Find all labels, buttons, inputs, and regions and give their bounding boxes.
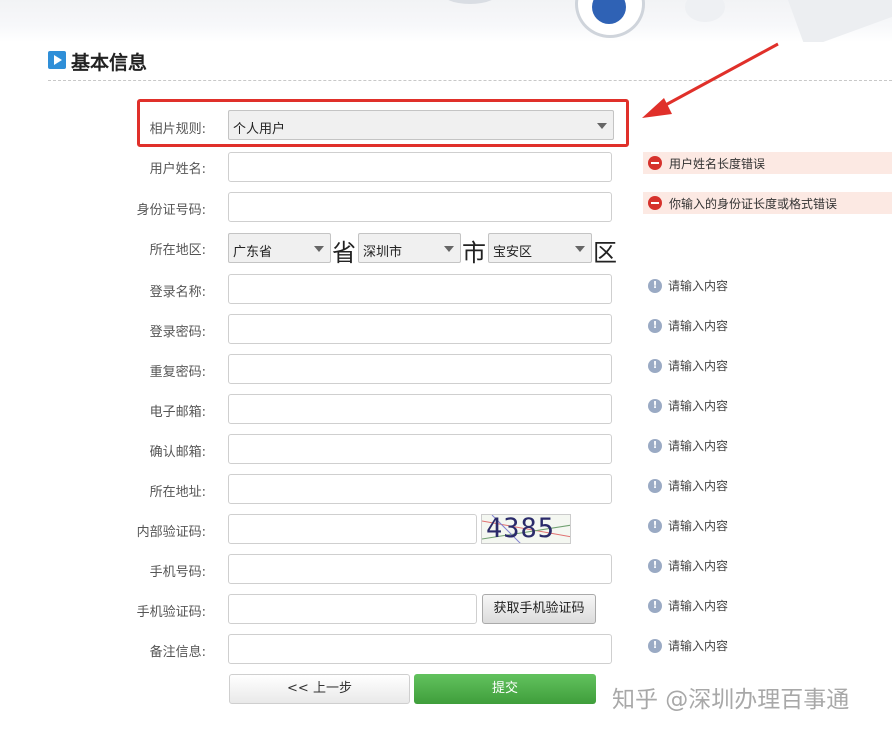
address-hint-text: 请输入内容 bbox=[668, 479, 729, 493]
info-icon: ! bbox=[648, 518, 662, 533]
name-error-text: 用户姓名长度错误 bbox=[669, 156, 766, 171]
captcha-input[interactable] bbox=[228, 514, 477, 544]
address-hint: ! 请输入内容 bbox=[648, 477, 728, 494]
email-confirm-hint: ! 请输入内容 bbox=[648, 437, 728, 454]
submit-button[interactable]: 提交 bbox=[414, 674, 596, 704]
district-unit: 区 bbox=[593, 239, 617, 267]
captcha-label: 内部验证码: bbox=[136, 525, 206, 540]
chevron-down-icon bbox=[314, 246, 324, 252]
email-hint: ! 请输入内容 bbox=[648, 397, 728, 414]
account-type-label: 相片规则: bbox=[149, 122, 206, 137]
email-hint-text: 请输入内容 bbox=[668, 399, 729, 413]
info-icon: ! bbox=[648, 598, 662, 613]
remark-hint-text: 请输入内容 bbox=[668, 639, 729, 653]
province-unit: 省 bbox=[332, 239, 356, 267]
city-value: 深圳市 bbox=[363, 245, 403, 260]
name-error: 用户姓名长度错误 bbox=[643, 152, 892, 174]
password-repeat-hint: ! 请输入内容 bbox=[648, 357, 728, 374]
watermark-text: 知乎 @深圳办理百事通 bbox=[612, 687, 850, 713]
email-confirm-hint-text: 请输入内容 bbox=[668, 439, 729, 453]
captcha-text: 4385 bbox=[486, 514, 556, 544]
get-sms-code-button[interactable]: 获取手机验证码 bbox=[482, 594, 596, 624]
id-label: 身份证号码: bbox=[136, 203, 206, 218]
info-icon: ! bbox=[648, 638, 662, 653]
id-number-input[interactable] bbox=[228, 192, 612, 222]
password-hint: ! 请输入内容 bbox=[648, 317, 728, 334]
password-repeat-input[interactable] bbox=[228, 354, 612, 384]
info-icon: ! bbox=[648, 278, 662, 293]
account-type-select[interactable]: 个人用户 bbox=[228, 110, 614, 140]
phone-hint-text: 请输入内容 bbox=[668, 559, 729, 573]
error-icon bbox=[648, 156, 662, 170]
email-label: 电子邮箱: bbox=[149, 405, 206, 420]
name-input[interactable] bbox=[228, 152, 612, 182]
info-icon: ! bbox=[648, 478, 662, 493]
remark-hint: ! 请输入内容 bbox=[648, 637, 728, 654]
password-hint-text: 请输入内容 bbox=[668, 319, 729, 333]
province-value: 广东省 bbox=[233, 245, 273, 260]
captcha-hint: ! 请输入内容 bbox=[648, 517, 728, 534]
city-unit: 市 bbox=[462, 239, 486, 267]
chevron-down-icon bbox=[444, 246, 454, 252]
captcha-image[interactable]: 4385 bbox=[481, 514, 571, 544]
remark-label: 备注信息: bbox=[149, 645, 206, 660]
province-select[interactable]: 广东省 bbox=[228, 233, 331, 263]
city-select[interactable]: 深圳市 bbox=[358, 233, 461, 263]
email-input[interactable] bbox=[228, 394, 612, 424]
password-repeat-hint-text: 请输入内容 bbox=[668, 359, 729, 373]
district-value: 宝安区 bbox=[493, 245, 533, 260]
address-label: 所在地址: bbox=[149, 485, 206, 500]
email-confirm-input[interactable] bbox=[228, 434, 612, 464]
captcha-hint-text: 请输入内容 bbox=[668, 519, 729, 533]
info-icon: ! bbox=[648, 398, 662, 413]
chevron-down-icon bbox=[575, 246, 585, 252]
phone-hint: ! 请输入内容 bbox=[648, 557, 728, 574]
login-hint-text: 请输入内容 bbox=[668, 279, 729, 293]
login-input[interactable] bbox=[228, 274, 612, 304]
sms-code-input[interactable] bbox=[228, 594, 477, 624]
password-repeat-label: 重复密码: bbox=[149, 365, 206, 380]
previous-step-button[interactable]: << 上一步 bbox=[229, 674, 410, 704]
id-error: 你输入的身份证长度或格式错误 bbox=[643, 192, 892, 214]
info-icon: ! bbox=[648, 558, 662, 573]
password-label: 登录密码: bbox=[149, 325, 206, 340]
info-icon: ! bbox=[648, 438, 662, 453]
sms-code-hint: ! 请输入内容 bbox=[648, 597, 728, 614]
info-icon: ! bbox=[648, 318, 662, 333]
district-select[interactable]: 宝安区 bbox=[488, 233, 592, 263]
info-icon: ! bbox=[648, 358, 662, 373]
password-input[interactable] bbox=[228, 314, 612, 344]
login-hint: ! 请输入内容 bbox=[648, 277, 728, 294]
remark-input[interactable] bbox=[228, 634, 612, 664]
login-label: 登录名称: bbox=[149, 285, 206, 300]
phone-input[interactable] bbox=[228, 554, 612, 584]
sms-code-label: 手机验证码: bbox=[136, 605, 206, 620]
error-icon bbox=[648, 196, 662, 210]
email-confirm-label: 确认邮箱: bbox=[149, 445, 206, 460]
sms-code-hint-text: 请输入内容 bbox=[668, 599, 729, 613]
account-type-value: 个人用户 bbox=[233, 122, 286, 137]
phone-label: 手机号码: bbox=[149, 565, 206, 580]
region-label: 所在地区: bbox=[149, 243, 206, 258]
address-input[interactable] bbox=[228, 474, 612, 504]
name-label: 用户姓名: bbox=[149, 162, 206, 177]
chevron-down-icon bbox=[597, 123, 607, 129]
id-error-text: 你输入的身份证长度或格式错误 bbox=[669, 196, 838, 211]
